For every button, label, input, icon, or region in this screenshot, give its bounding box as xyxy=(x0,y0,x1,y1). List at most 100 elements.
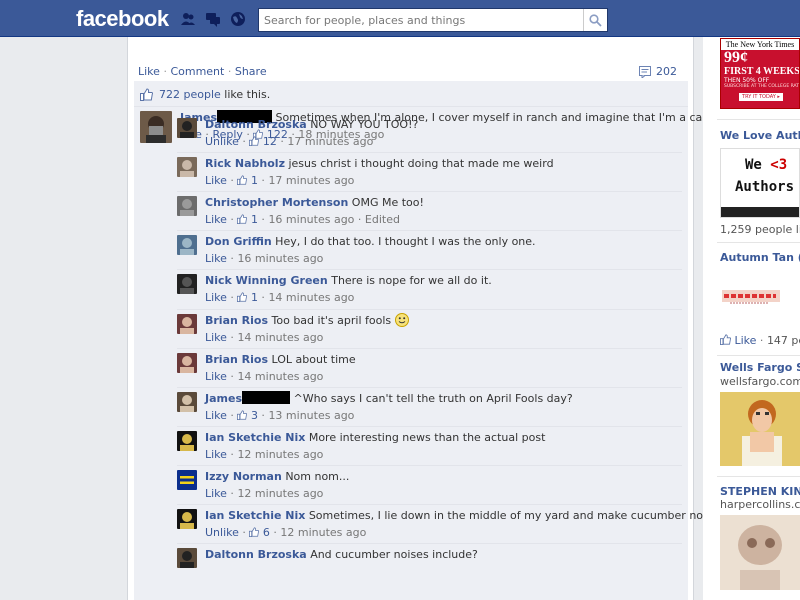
avatar[interactable] xyxy=(177,157,197,177)
messages-icon[interactable] xyxy=(205,11,221,27)
divider xyxy=(177,230,682,231)
comment-time: 14 minutes ago xyxy=(237,331,324,344)
ad-title[interactable]: STEPHEN KING xyxy=(720,485,800,498)
comment-likes[interactable]: 1 xyxy=(237,213,258,226)
divider xyxy=(177,504,682,505)
comment-count[interactable]: 202 xyxy=(639,65,677,78)
comment-author[interactable]: Ian Sketchie Nix xyxy=(205,431,305,444)
comment-likes[interactable]: 1 xyxy=(237,291,258,304)
comment-author[interactable]: Daltonn Brzoska xyxy=(205,118,307,131)
friend-requests-icon[interactable] xyxy=(180,11,196,27)
reply-comment: Brian Rios Too bad it's april fools Like… xyxy=(177,313,682,349)
avatar[interactable] xyxy=(177,353,197,373)
comment-author[interactable]: Izzy Norman xyxy=(205,470,282,483)
comment-author[interactable]: James xyxy=(205,392,242,405)
search-button[interactable] xyxy=(583,9,607,31)
nyt-ad-image[interactable]: The New York Times 99¢ FIRST 4 WEEKS THE… xyxy=(720,38,800,109)
comment-text: NO WAY YOU TOO!? xyxy=(310,118,419,131)
share-link[interactable]: Share xyxy=(235,65,267,78)
comment-likes[interactable]: 12 xyxy=(249,135,277,148)
search-input[interactable] xyxy=(259,9,579,31)
ad-title[interactable]: We Love Auth xyxy=(720,129,800,142)
divider xyxy=(717,119,800,120)
like-toggle-link[interactable]: Like xyxy=(205,331,227,344)
ad-title[interactable]: Autumn Tan ( xyxy=(720,251,800,264)
autumn-tan-logo[interactable] xyxy=(720,272,800,322)
avatar[interactable] xyxy=(177,470,197,490)
reply-comment: Daltonn Brzoska And cucumber noises incl… xyxy=(177,547,682,583)
comment-author[interactable]: Rick Nabholz xyxy=(205,157,285,170)
like-toggle-link[interactable]: Unlike xyxy=(205,135,239,148)
divider xyxy=(177,348,682,349)
avatar[interactable] xyxy=(177,548,197,568)
wells-fargo-ad-image[interactable] xyxy=(720,392,800,466)
comment-link[interactable]: Comment xyxy=(170,65,224,78)
avatar[interactable] xyxy=(177,118,197,138)
comment-text: ^Who says I can't tell the truth on Apri… xyxy=(293,392,573,405)
like-toggle-link[interactable]: Like xyxy=(205,174,227,187)
ad-like-count: 147 pe xyxy=(766,334,800,347)
like-toggle-link[interactable]: Like xyxy=(205,487,227,500)
avatar[interactable] xyxy=(177,431,197,451)
feedback-area: 722 people like this. James Sometimes wh… xyxy=(134,81,724,600)
comment-author[interactable]: Daltonn Brzoska xyxy=(205,548,307,561)
thumbs-up-icon xyxy=(237,175,248,185)
ad-like[interactable]: Like · 147 pe xyxy=(720,334,800,347)
art-text: We xyxy=(745,157,771,173)
avatar[interactable] xyxy=(177,235,197,255)
avatar[interactable] xyxy=(177,196,197,216)
comment-author[interactable]: Don Griffin xyxy=(205,235,272,248)
like-toggle-link[interactable]: Like xyxy=(205,252,227,265)
edited-label: Edited xyxy=(364,213,400,226)
comment-text: Too bad it's april fools xyxy=(271,314,392,327)
comment-author[interactable]: Nick Winning Green xyxy=(205,274,328,287)
comment-meta: Like · 12 minutes ago xyxy=(205,487,324,500)
stephen-king-ad-image[interactable] xyxy=(720,515,800,590)
comment-text: OMG Me too! xyxy=(351,196,424,209)
likes-suffix: like this. xyxy=(220,88,271,101)
thumbs-up-icon xyxy=(237,410,248,420)
comment-body: Daltonn Brzoska NO WAY YOU TOO!? Unlike ·… xyxy=(205,117,418,150)
like-toggle-link[interactable]: Like xyxy=(205,370,227,383)
divider xyxy=(177,269,682,270)
reply-comment: James ^Who says I can't tell the truth o… xyxy=(177,391,682,427)
comment-author[interactable]: Ian Sketchie Nix xyxy=(205,509,305,522)
like-toggle-link[interactable]: Like xyxy=(205,409,227,422)
comment-time: 13 minutes ago xyxy=(268,409,355,422)
avatar[interactable] xyxy=(177,392,197,412)
thumbs-up-icon xyxy=(720,334,731,345)
search-box xyxy=(258,8,608,32)
reply-comment: Brian Rios LOL about time Like · 14 minut… xyxy=(177,352,682,388)
comment-body: Nick Winning Green There is nope for we … xyxy=(205,273,492,306)
likes-summary: 722 people like this. xyxy=(140,88,270,101)
comment-likes[interactable]: 1 xyxy=(237,174,258,187)
comment-body: Rick Nabholz jesus christ i thought doin… xyxy=(205,156,554,189)
avatar[interactable] xyxy=(177,314,197,334)
avatar[interactable] xyxy=(177,509,197,529)
likes-count[interactable]: 722 people xyxy=(159,88,221,101)
comment-author[interactable]: Christopher Mortenson xyxy=(205,196,348,209)
comment-time: 14 minutes ago xyxy=(237,370,324,383)
notifications-icon[interactable] xyxy=(230,11,246,27)
like-toggle-link[interactable]: Like xyxy=(205,213,227,226)
like-toggle-link[interactable]: Unlike xyxy=(205,526,239,539)
reply-comment: Ian Sketchie Nix Sometimes, I lie down i… xyxy=(177,508,724,544)
avatar[interactable] xyxy=(140,111,172,143)
like-toggle-link[interactable]: Like xyxy=(205,291,227,304)
comment-author[interactable]: Brian Rios xyxy=(205,353,268,366)
we-love-authors-image[interactable]: We <3 Authors xyxy=(720,148,800,218)
comment-likes-count: 1 xyxy=(250,213,258,226)
comment-body: Ian Sketchie Nix More interesting news t… xyxy=(205,430,545,463)
facebook-logo[interactable]: facebook xyxy=(76,6,169,32)
comment-author[interactable]: Brian Rios xyxy=(205,314,268,327)
like-link[interactable]: Like xyxy=(138,65,160,78)
comment-meta: Like · 12 minutes ago xyxy=(205,448,324,461)
comment-meta: Like · 1 · 17 minutes ago xyxy=(205,174,355,187)
ad-title[interactable]: Wells Fargo St xyxy=(720,361,800,374)
comment-body: Brian Rios LOL about time Like · 14 minut… xyxy=(205,352,356,385)
like-toggle-link[interactable]: Like xyxy=(205,448,227,461)
comment-likes[interactable]: 6 xyxy=(249,526,270,539)
comment-likes[interactable]: 3 xyxy=(237,409,258,422)
comment-count-value: 202 xyxy=(656,65,677,78)
avatar[interactable] xyxy=(177,274,197,294)
